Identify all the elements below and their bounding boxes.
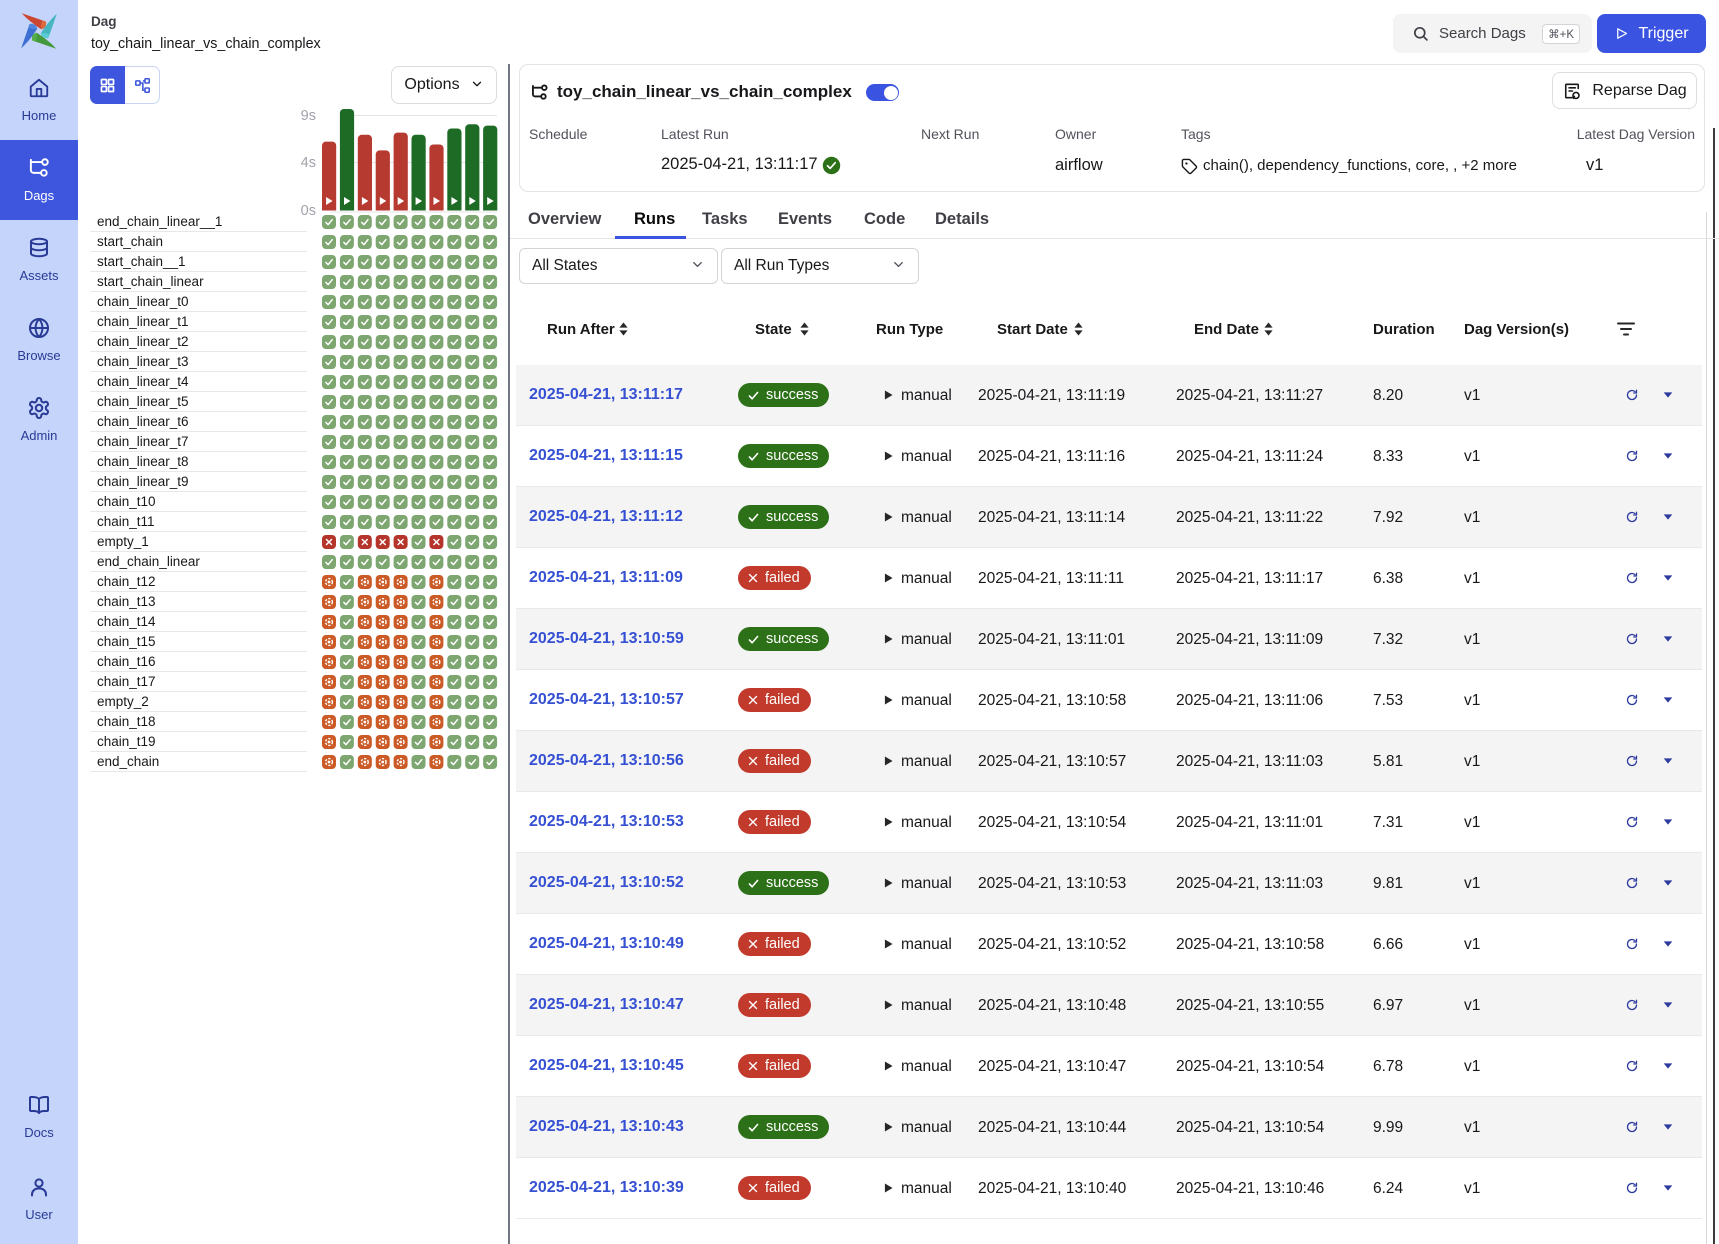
svg-text:4s: 4s (301, 155, 316, 171)
svg-text:9s: 9s (301, 108, 316, 124)
